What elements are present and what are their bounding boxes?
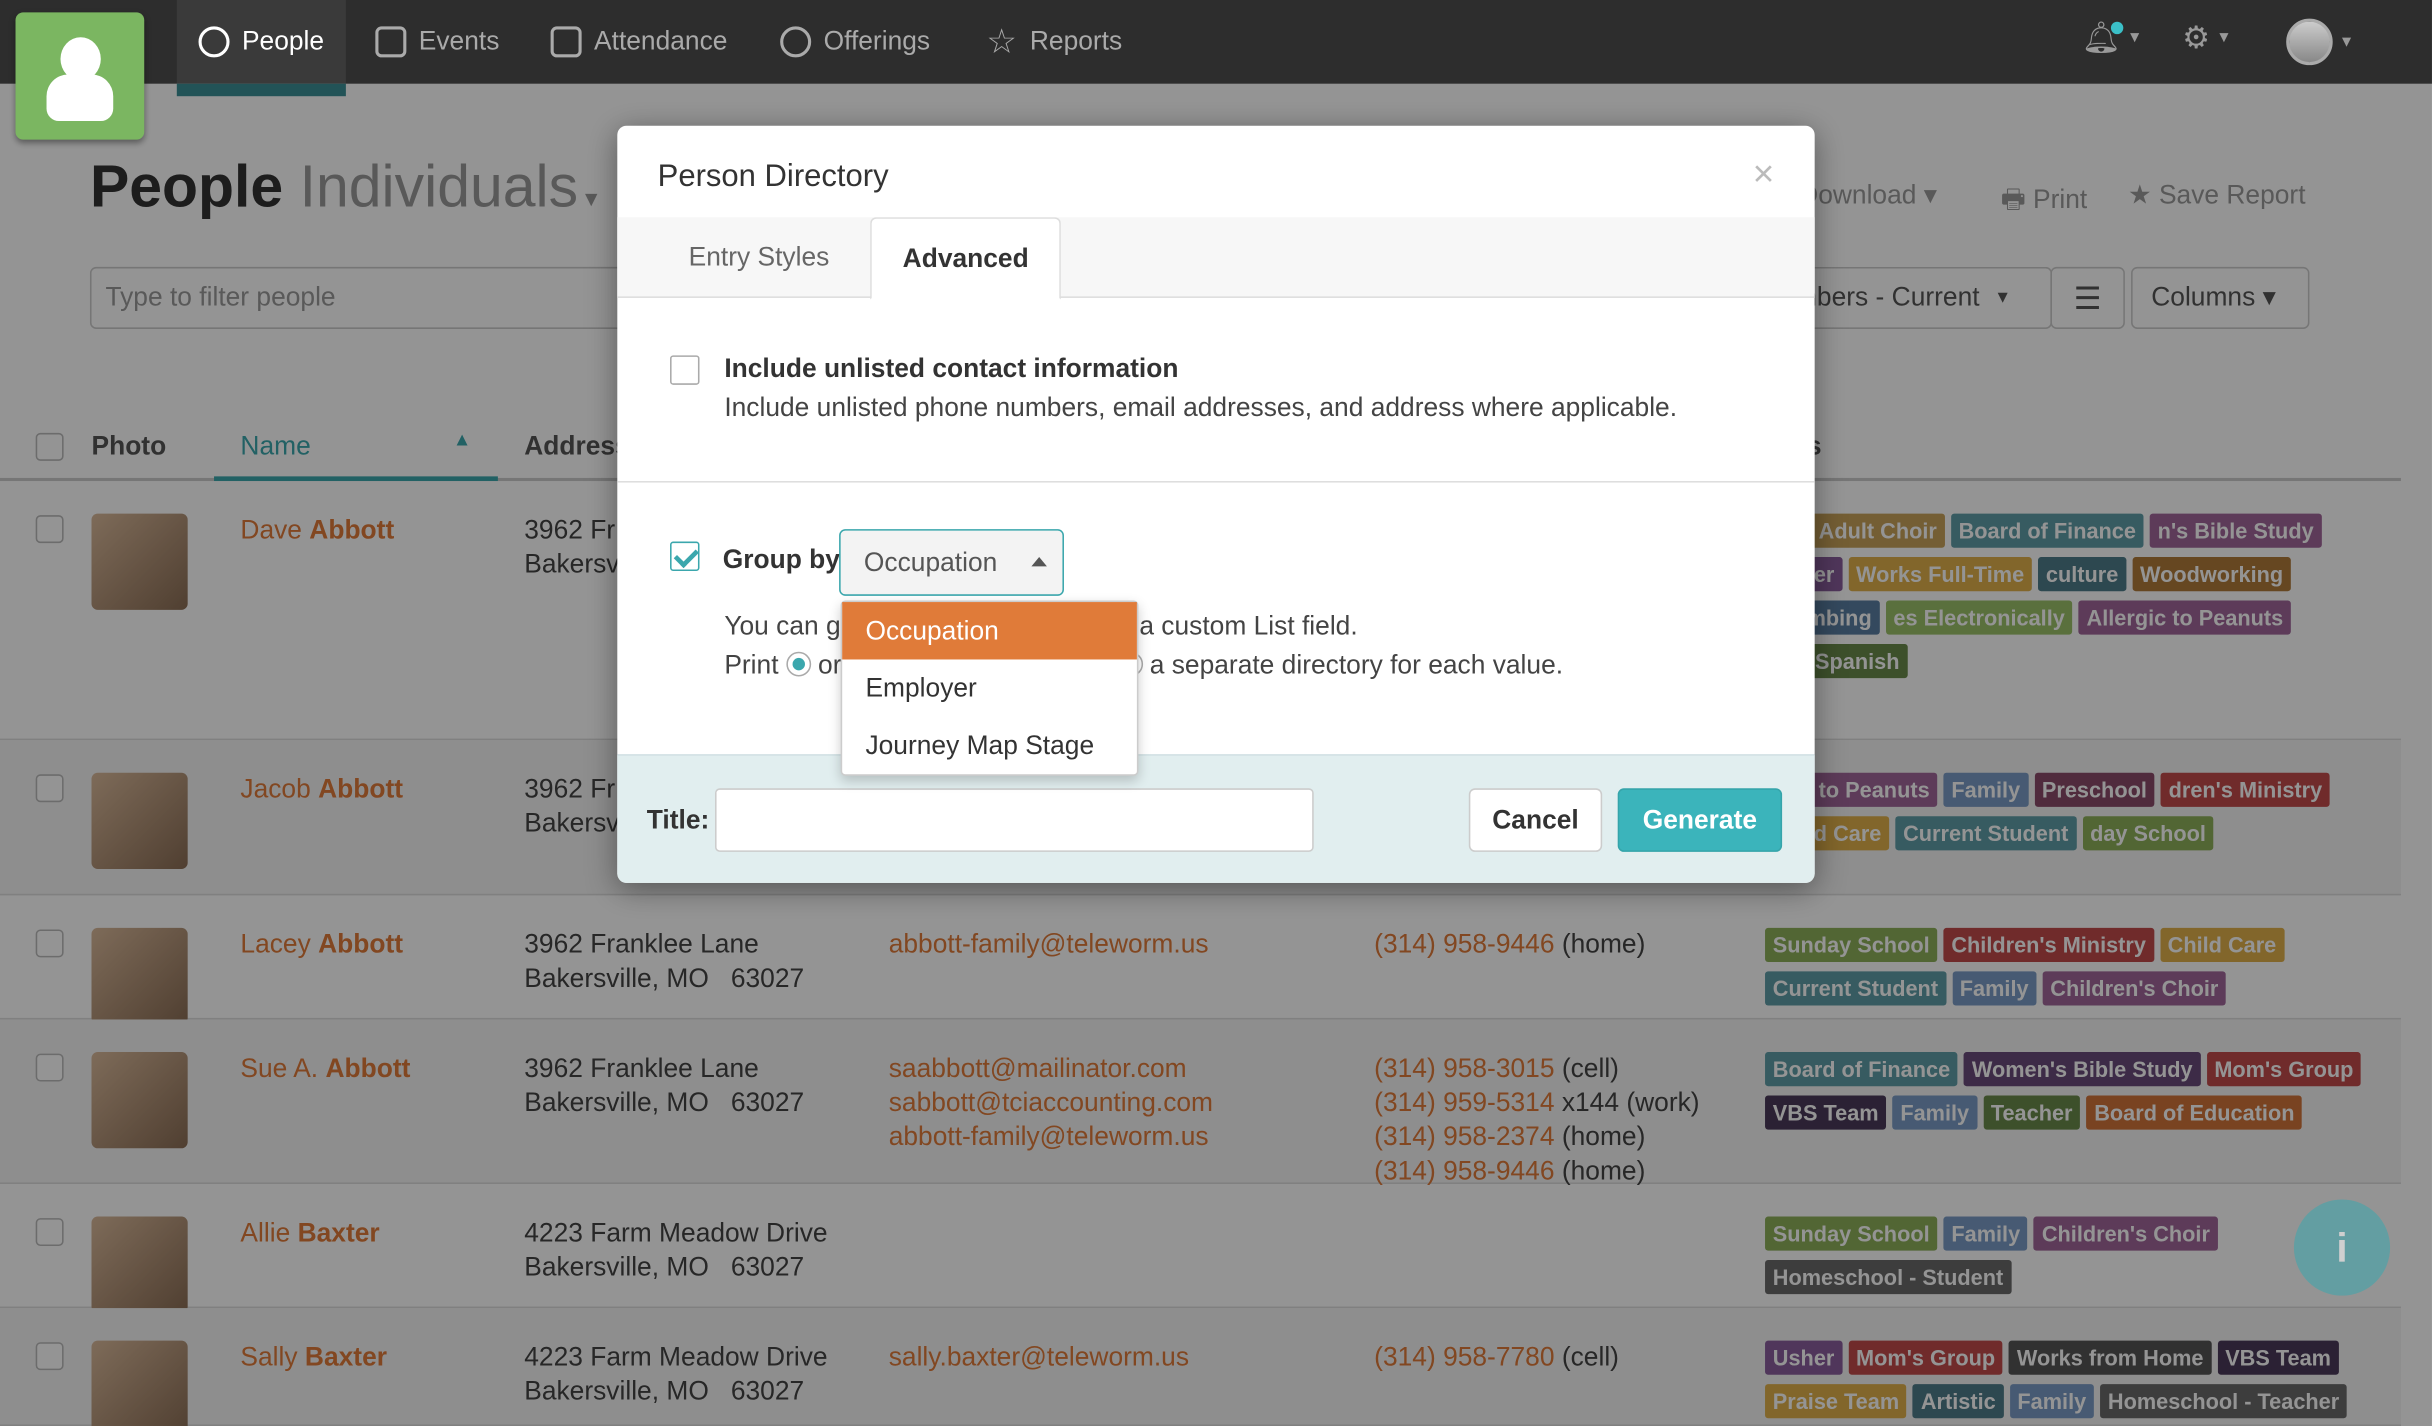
nav-attendance[interactable]: Attendance	[550, 0, 727, 84]
cancel-button[interactable]: Cancel	[1468, 788, 1603, 852]
star-icon: ☆	[986, 21, 1018, 61]
gear-icon: ⚙︎	[2182, 21, 2211, 56]
modal-title: Person Directory	[657, 159, 889, 194]
group-by-checkbox[interactable]	[670, 541, 700, 572]
avatar	[2286, 18, 2333, 66]
calendar-icon	[375, 26, 407, 58]
settings-menu[interactable]: ⚙︎ ▼	[2182, 19, 2231, 58]
group-by-label: Group by	[722, 544, 840, 575]
chevron-down-icon: ▼	[2127, 29, 2143, 47]
tab-advanced[interactable]: Advanced	[870, 217, 1062, 300]
chevron-down-icon: ▼	[2216, 29, 2232, 47]
modal-tabs: Entry Styles Advanced	[617, 217, 1815, 300]
option-journey-map-stage[interactable]: Journey Map Stage	[842, 717, 1137, 774]
print-one-radio[interactable]	[785, 651, 811, 677]
group-by-select[interactable]: Occupation	[839, 529, 1064, 596]
option-occupation[interactable]: Occupation	[842, 602, 1137, 660]
tab-entry-styles[interactable]: Entry Styles	[658, 217, 861, 298]
nav-offerings[interactable]: Offerings	[780, 0, 930, 84]
chevron-down-icon: ▼	[2338, 33, 2355, 51]
top-nav: People Events Attendance Offerings ☆ Rep…	[0, 0, 2432, 97]
person-directory-modal: Person Directory × Entry Styles Advanced…	[617, 125, 1815, 883]
bell-icon: 🔔︎	[2081, 19, 2124, 58]
title-label: Title:	[646, 805, 710, 835]
nav-reports[interactable]: ☆ Reports	[986, 0, 1122, 84]
include-unlisted-title: Include unlisted contact information	[724, 353, 1179, 384]
title-input[interactable]	[715, 788, 1314, 852]
nav-people[interactable]: People	[176, 0, 346, 97]
option-employer[interactable]: Employer	[842, 659, 1137, 716]
group-by-dropdown: Occupation Employer Journey Map Stage	[840, 600, 1139, 776]
chevron-up-icon	[1031, 557, 1047, 567]
nav-events[interactable]: Events	[375, 0, 499, 84]
notifications-menu[interactable]: 🔔︎ ▼	[2081, 19, 2142, 58]
checkbox-calendar-icon	[550, 26, 582, 58]
close-icon[interactable]: ×	[1753, 154, 1775, 197]
user-menu[interactable]: ▼	[2286, 18, 2355, 66]
generate-button[interactable]: Generate	[1617, 788, 1783, 852]
info-button[interactable]: i	[2293, 1199, 2391, 1296]
person-icon	[198, 26, 230, 58]
include-unlisted-desc: Include unlisted phone numbers, email ad…	[724, 392, 1678, 423]
include-unlisted-checkbox[interactable]	[670, 355, 700, 385]
app-logo[interactable]	[15, 12, 145, 140]
modal-footer: Title: Cancel Generate	[617, 754, 1815, 883]
coin-icon	[780, 26, 812, 58]
